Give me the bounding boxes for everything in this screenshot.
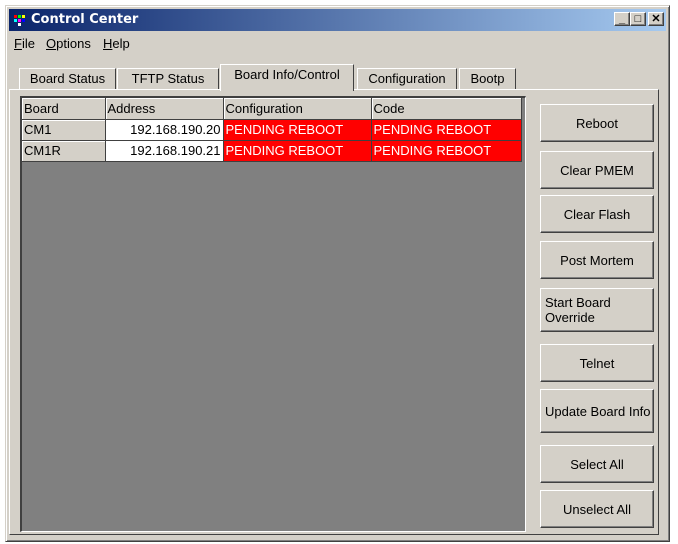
reboot-button[interactable]: Reboot (540, 104, 654, 142)
update-board-info-button[interactable]: Update Board Info (540, 389, 654, 433)
menu-file[interactable]: File (14, 36, 35, 51)
select-all-button[interactable]: Select All (540, 445, 654, 483)
table-header-row: Board Address Configuration Code (22, 98, 522, 120)
cell-code-status[interactable]: PENDING REBOOT (371, 119, 522, 141)
tab-bootp[interactable]: Bootp (459, 68, 516, 90)
telnet-button[interactable]: Telnet (540, 344, 654, 382)
close-button[interactable]: ✕ (648, 12, 664, 26)
clear-pmem-button[interactable]: Clear PMEM (540, 151, 654, 189)
board-grid[interactable]: Board Address Configuration Code CM1 192… (20, 96, 526, 532)
cell-address[interactable]: 192.168.190.20 (105, 119, 224, 141)
table-row[interactable]: CM1R 192.168.190.21 PENDING REBOOT PENDI… (22, 140, 522, 162)
board-table: Board Address Configuration Code CM1 192… (22, 98, 522, 162)
title-bar[interactable]: Control Center _ □ ✕ (9, 9, 666, 31)
tab-board-info-control[interactable]: Board Info/Control (220, 64, 354, 91)
cell-configuration-status[interactable]: PENDING REBOOT (223, 119, 372, 141)
menu-file-rest: ile (21, 36, 35, 51)
col-header-code[interactable]: Code (371, 98, 522, 120)
tab-board-status[interactable]: Board Status (19, 68, 116, 90)
app-icon (14, 15, 25, 26)
tab-tftp-status[interactable]: TFTP Status (117, 68, 219, 90)
window-title: Control Center (31, 12, 139, 27)
cell-address[interactable]: 192.168.190.21 (105, 140, 224, 162)
col-header-board[interactable]: Board (22, 98, 106, 120)
tab-configuration[interactable]: Configuration (357, 68, 457, 90)
cell-board[interactable]: CM1R (22, 140, 106, 162)
clear-flash-button[interactable]: Clear Flash (540, 195, 654, 233)
table-row[interactable]: CM1 192.168.190.20 PENDING REBOOT PENDIN… (22, 119, 522, 141)
cell-code-status[interactable]: PENDING REBOOT (371, 140, 522, 162)
maximize-button[interactable]: □ (630, 12, 646, 26)
post-mortem-button[interactable]: Post Mortem (540, 241, 654, 279)
col-header-address[interactable]: Address (105, 98, 224, 120)
menu-help[interactable]: Help (103, 36, 130, 51)
unselect-all-button[interactable]: Unselect All (540, 490, 654, 528)
start-board-override-button[interactable]: Start Board Override (540, 288, 654, 332)
minimize-button[interactable]: _ (614, 12, 630, 26)
col-header-configuration[interactable]: Configuration (223, 98, 372, 120)
menu-options[interactable]: Options (46, 36, 91, 51)
menu-bar: File Options Help (9, 33, 666, 53)
cell-configuration-status[interactable]: PENDING REBOOT (223, 140, 372, 162)
cell-board[interactable]: CM1 (22, 119, 106, 141)
